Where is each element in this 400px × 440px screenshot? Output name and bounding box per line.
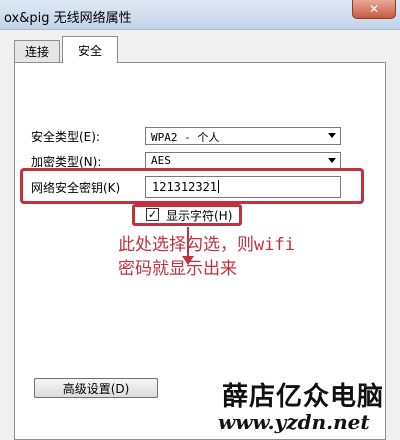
tab-connection-label: 连接 — [24, 45, 49, 59]
security-type-label: 安全类型(E): — [31, 130, 100, 144]
advanced-settings-button[interactable]: 高级设置(D) — [34, 378, 158, 398]
annotation-line-1: 此处选择勾选，则wifi — [118, 235, 295, 255]
close-button[interactable]: ✕ — [352, 0, 396, 19]
chevron-down-icon — [328, 158, 336, 163]
show-characters-checkbox[interactable]: ✓ — [146, 208, 159, 221]
security-type-value: WPA2 - 个人 — [151, 131, 220, 144]
key-highlight-box — [20, 168, 364, 204]
security-type-select[interactable]: WPA2 - 个人 — [145, 127, 341, 145]
watermark-url: www.yzdn.net — [218, 410, 370, 434]
close-icon: ✕ — [368, 2, 380, 16]
window-title: ox&pig 无线网络属性 — [4, 11, 132, 26]
checkmark-icon: ✓ — [147, 208, 158, 221]
annotation-line-2: 密码就显示出来 — [118, 259, 237, 279]
advanced-settings-label: 高级设置(D) — [62, 381, 130, 396]
tab-security[interactable]: 安全 — [62, 36, 118, 63]
encryption-type-value: AES — [151, 154, 171, 167]
tab-connection[interactable]: 连接 — [14, 40, 60, 62]
title-bar: ox&pig 无线网络属性 ✕ — [0, 0, 400, 30]
tab-security-label: 安全 — [77, 43, 102, 58]
chevron-down-icon — [328, 133, 336, 138]
watermark-brand: 薛店亿众电脑 — [222, 382, 385, 412]
